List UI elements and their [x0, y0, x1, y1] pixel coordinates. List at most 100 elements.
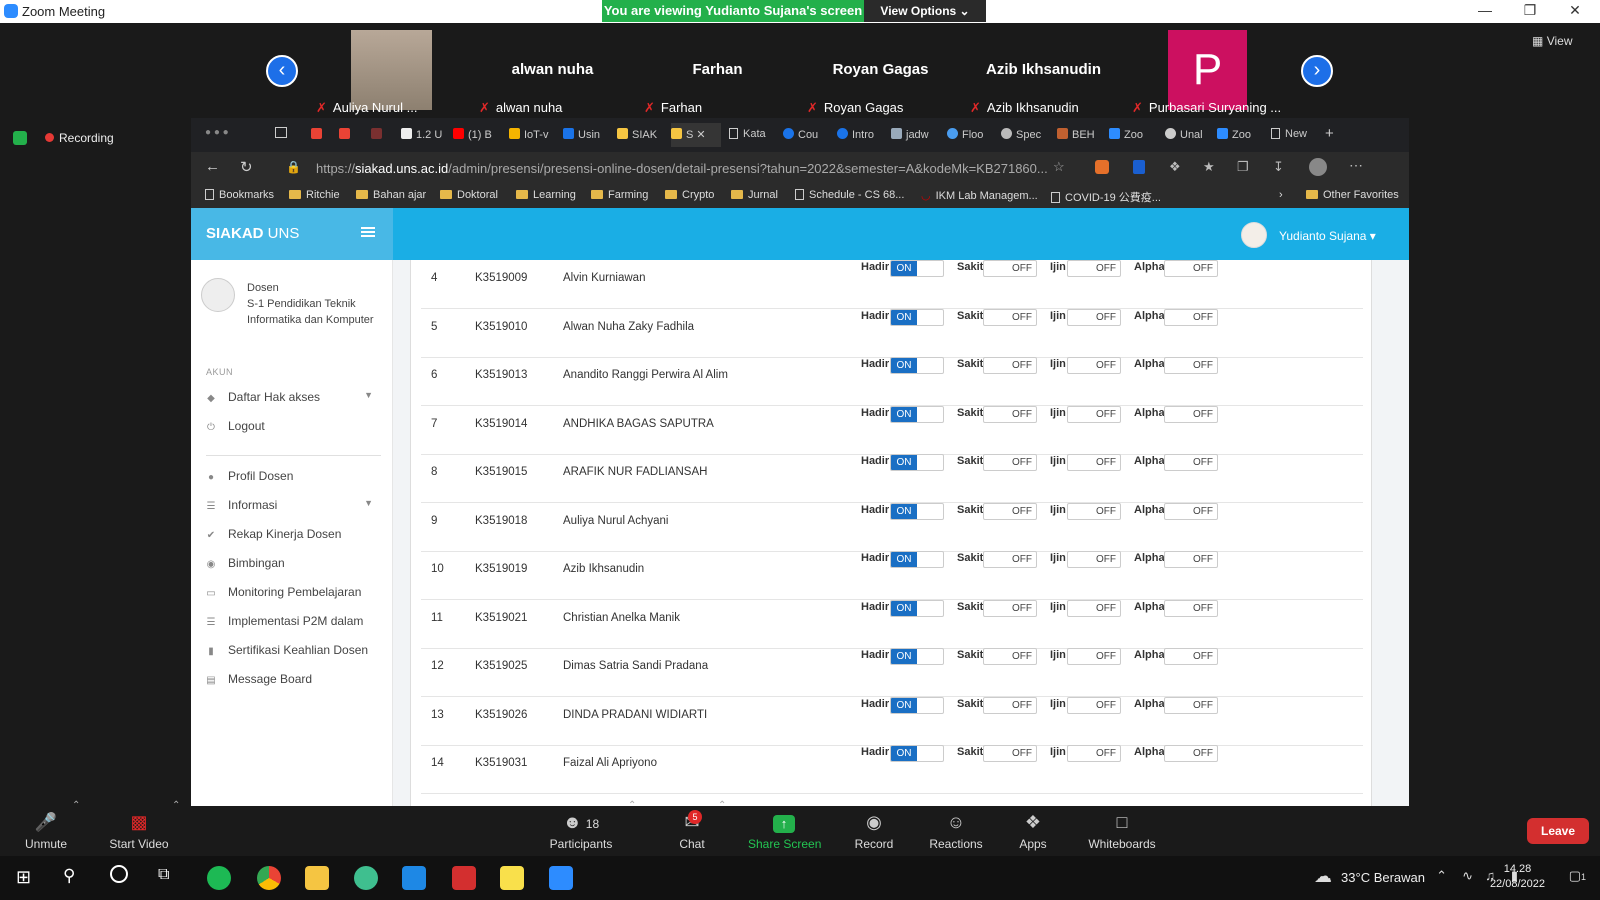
- extension-icon[interactable]: [1095, 160, 1109, 174]
- notification-icon[interactable]: ▢1: [1569, 868, 1586, 884]
- participant-tile[interactable]: ✗ Auliya Nurul ...: [312, 30, 467, 116]
- tab-close-icon[interactable]: ✕: [696, 129, 705, 141]
- favorites-icon[interactable]: ★: [1203, 159, 1215, 175]
- toggle-sakit[interactable]: OFF: [983, 745, 1037, 762]
- chat-options-caret-icon[interactable]: ⌃: [718, 800, 726, 811]
- toggle-alpha[interactable]: OFF: [1164, 357, 1218, 374]
- extension-icon[interactable]: [1133, 160, 1145, 174]
- reactions-button[interactable]: ☺ Reactions: [927, 812, 985, 851]
- cortana-icon[interactable]: [110, 865, 128, 883]
- hamburger-menu-icon[interactable]: [361, 227, 375, 229]
- bookmark-item[interactable]: Farming: [591, 189, 648, 201]
- apps-button[interactable]: ❖ Apps: [1018, 812, 1048, 851]
- participants-button[interactable]: ☻ 18 Participants: [548, 812, 614, 851]
- bookmark-item[interactable]: ◡ IKM Lab Managem...: [921, 189, 1038, 202]
- toggle-hadir[interactable]: ON: [890, 551, 944, 568]
- tab-actions-icon[interactable]: [275, 127, 287, 138]
- toggle-sakit[interactable]: OFF: [983, 405, 1037, 423]
- tray-overflow-icon[interactable]: ⌃: [1436, 868, 1447, 884]
- browser-tab[interactable]: IoT-v: [509, 128, 555, 141]
- participants-options-caret-icon[interactable]: ⌃: [628, 800, 636, 811]
- view-options-button[interactable]: View Options ⌄: [864, 0, 986, 22]
- bookmark-item[interactable]: Other Favorites: [1306, 189, 1399, 201]
- toggle-sakit[interactable]: OFF: [983, 502, 1037, 520]
- new-tab-button[interactable]: +: [1325, 125, 1334, 142]
- sidebar-item-logout[interactable]: ⏻ Logout: [206, 419, 378, 433]
- url-field[interactable]: https://siakad.uns.ac.id/admin/presensi/…: [316, 161, 1048, 176]
- sticky-notes-icon[interactable]: [500, 866, 524, 890]
- toggle-hadir[interactable]: ON: [890, 357, 944, 374]
- unmute-button[interactable]: 🎤 Unmute: [20, 812, 72, 851]
- windows-start-icon[interactable]: ⊞: [16, 867, 31, 888]
- user-menu[interactable]: Yudianto Sujana ▾: [1241, 222, 1376, 248]
- browser-tab[interactable]: SIAK: [617, 128, 663, 141]
- browser-tab[interactable]: Zoo: [1217, 128, 1263, 141]
- bookmark-item[interactable]: Crypto: [665, 189, 714, 201]
- start-video-button[interactable]: ▩ Start Video: [106, 812, 172, 851]
- browser-tab[interactable]: Spec: [1001, 128, 1047, 141]
- toggle-alpha[interactable]: OFF: [1164, 745, 1218, 762]
- participant-tile[interactable]: Azib Ikhsanudin ✗ Azib Ikhsanudin: [966, 30, 1121, 116]
- record-button[interactable]: ◉ Record: [853, 812, 895, 851]
- browser-tab[interactable]: (1) B: [453, 128, 497, 141]
- view-button[interactable]: ▦ View: [1532, 34, 1572, 48]
- toggle-hadir[interactable]: ON: [890, 648, 944, 665]
- browser-tab[interactable]: Zoo: [1109, 128, 1155, 141]
- toggle-hadir[interactable]: ON: [890, 454, 944, 471]
- toggle-hadir[interactable]: ON: [890, 696, 944, 714]
- bookmark-item[interactable]: Learning: [516, 189, 576, 201]
- chrome-icon[interactable]: [257, 866, 281, 890]
- browser-tab[interactable]: New: [1271, 128, 1317, 140]
- toggle-alpha[interactable]: OFF: [1164, 551, 1218, 568]
- browser-tab[interactable]: Unal: [1165, 128, 1211, 141]
- spotify-icon[interactable]: [207, 866, 231, 890]
- video-options-caret-icon[interactable]: ⌃: [172, 800, 180, 811]
- browser-tab[interactable]: Cou: [783, 128, 829, 141]
- next-page-button[interactable]: ›: [1301, 55, 1333, 87]
- sidebar-item-monitoring[interactable]: ▭ Monitoring Pembelajaran: [206, 585, 378, 599]
- file-explorer-icon[interactable]: [305, 866, 329, 890]
- collections-icon[interactable]: ❐: [1237, 159, 1249, 175]
- profile-icon[interactable]: [1309, 158, 1327, 176]
- toggle-hadir[interactable]: ON: [890, 308, 944, 326]
- wifi-icon[interactable]: ∿: [1462, 868, 1473, 884]
- toggle-sakit[interactable]: OFF: [983, 696, 1037, 714]
- toggle-alpha[interactable]: OFF: [1164, 696, 1218, 714]
- browser-tab[interactable]: Intro: [837, 128, 883, 141]
- brand[interactable]: SIAKAD UNS: [191, 208, 393, 260]
- zoom-app-icon[interactable]: [549, 866, 573, 890]
- leave-button[interactable]: Leave: [1527, 818, 1589, 844]
- bookmark-item[interactable]: Doktoral: [440, 189, 498, 201]
- toggle-hadir[interactable]: ON: [890, 260, 944, 277]
- toggle-ijin[interactable]: OFF: [1067, 551, 1121, 568]
- bookmark-item[interactable]: Bahan ajar: [356, 189, 426, 201]
- audio-options-caret-icon[interactable]: ⌃: [72, 800, 80, 811]
- back-icon[interactable]: ←: [205, 158, 220, 175]
- restore-icon[interactable]: ❐: [1515, 2, 1545, 22]
- toggle-ijin[interactable]: OFF: [1067, 357, 1121, 374]
- sidebar-item-profil-dosen[interactable]: ● Profil Dosen: [206, 469, 378, 483]
- toggle-ijin[interactable]: OFF: [1067, 745, 1121, 762]
- toggle-hadir[interactable]: ON: [890, 745, 944, 762]
- share-screen-button[interactable]: ↑ Share Screen: [748, 812, 821, 851]
- more-icon[interactable]: ⋯: [1349, 157, 1363, 174]
- reload-icon[interactable]: ↻: [240, 158, 253, 176]
- sidebar-item-informasi[interactable]: ☰ Informasi ▼: [206, 498, 378, 512]
- toggle-ijin[interactable]: OFF: [1067, 502, 1121, 520]
- chat-button[interactable]: ✉5Chat: [672, 810, 712, 851]
- toggle-sakit[interactable]: OFF: [983, 599, 1037, 617]
- toggle-alpha[interactable]: OFF: [1164, 260, 1218, 277]
- browser-tab[interactable]: jadw: [891, 128, 937, 141]
- edge-icon[interactable]: [354, 866, 378, 890]
- bookmark-item[interactable]: Schedule - CS 68...: [795, 189, 904, 201]
- sidebar-item-implementasi-p2m[interactable]: ☰ Implementasi P2M dalam: [206, 614, 378, 628]
- toggle-sakit[interactable]: OFF: [983, 648, 1037, 665]
- participant-tile[interactable]: Royan Gagas ✗ Royan Gagas: [803, 30, 958, 116]
- sidebar-item-rekap-kinerja[interactable]: ✔ Rekap Kinerja Dosen: [206, 527, 378, 541]
- toggle-ijin[interactable]: OFF: [1067, 648, 1121, 665]
- browser-tab[interactable]: Floo: [947, 128, 993, 141]
- toggle-ijin[interactable]: OFF: [1067, 599, 1121, 617]
- bookmark-item[interactable]: Ritchie: [289, 189, 340, 201]
- puzzle-icon[interactable]: ❖: [1169, 159, 1181, 175]
- weather-text[interactable]: 33°C Berawan: [1341, 870, 1425, 885]
